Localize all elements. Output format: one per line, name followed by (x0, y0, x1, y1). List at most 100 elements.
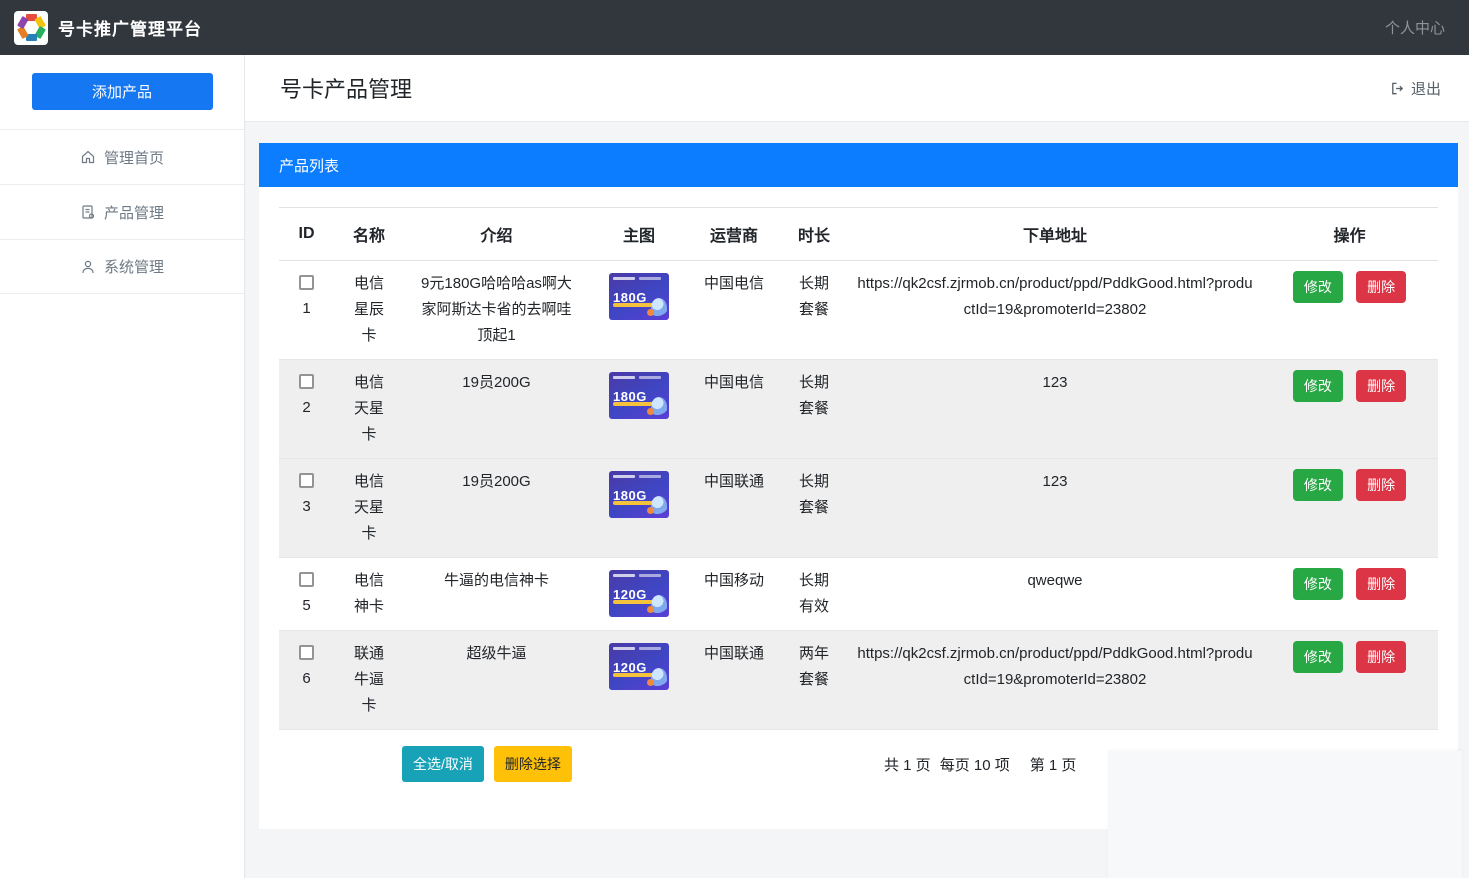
delete-button[interactable]: 删除 (1356, 370, 1406, 402)
sidebar-item-label: 产品管理 (104, 202, 164, 223)
row-id: 1 (285, 296, 328, 322)
row-checkbox[interactable] (299, 374, 314, 389)
row-id: 3 (285, 494, 328, 520)
cell-duration: 长期套餐 (779, 261, 849, 360)
cell-url: qweqwe (849, 558, 1261, 631)
cell-name: 联通牛逼卡 (334, 631, 404, 730)
cell-carrier: 中国联通 (689, 459, 779, 558)
sidebar-item-label: 管理首页 (104, 147, 164, 168)
edit-button[interactable]: 修改 (1293, 641, 1343, 673)
column-header-carrier: 运营商 (689, 208, 779, 261)
table-row: 6 联通牛逼卡 超级牛逼 120G 中国联通 两年套餐 https://qk2c… (279, 631, 1438, 730)
app-logo-icon (14, 11, 48, 45)
cell-carrier: 中国联通 (689, 631, 779, 730)
product-image: 180G (609, 471, 669, 518)
cell-duration: 两年套餐 (779, 631, 849, 730)
column-header-image: 主图 (589, 208, 689, 261)
cell-desc: 超级牛逼 (404, 631, 589, 730)
delete-button[interactable]: 删除 (1356, 641, 1406, 673)
add-product-button[interactable]: 添加产品 (32, 73, 213, 110)
delete-button[interactable]: 删除 (1356, 271, 1406, 303)
product-image: 180G (609, 273, 669, 320)
delete-selected-button[interactable]: 删除选择 (494, 746, 572, 782)
pagination-current-page: 第 1 页 (1030, 754, 1077, 775)
logout-button[interactable]: 退出 (1390, 78, 1441, 99)
product-image: 120G (609, 643, 669, 690)
product-table: ID 名称 介绍 主图 运营商 时长 下单地址 操作 1 电信星辰卡 9 (279, 207, 1438, 730)
column-header-id: ID (279, 208, 334, 261)
edit-button[interactable]: 修改 (1293, 568, 1343, 600)
cell-carrier: 中国电信 (689, 360, 779, 459)
delete-button[interactable]: 删除 (1356, 568, 1406, 600)
app-title: 号卡推广管理平台 (58, 15, 202, 40)
table-body: 1 电信星辰卡 9元180G哈哈哈as啊大家阿斯达卡省的去啊哇顶起1 180G … (279, 261, 1438, 730)
sidebar-item-system[interactable]: 系统管理 (0, 239, 244, 294)
sidebar-item-dashboard[interactable]: 管理首页 (0, 129, 244, 184)
cell-name: 电信星辰卡 (334, 261, 404, 360)
pagination-total-pages: 共 1 页 (884, 754, 931, 775)
app-header: 号卡推广管理平台 个人中心 (0, 0, 1469, 55)
product-image: 120G (609, 570, 669, 617)
cell-desc: 牛逼的电信神卡 (404, 558, 589, 631)
cell-actions: 修改 删除 (1261, 631, 1438, 730)
cell-duration: 长期套餐 (779, 459, 849, 558)
cell-id: 3 (279, 459, 334, 558)
row-checkbox[interactable] (299, 572, 314, 587)
cell-carrier: 中国电信 (689, 261, 779, 360)
product-panel: 产品列表 ID 名称 介绍 主图 运营商 (259, 143, 1458, 829)
cell-name: 电信天星卡 (334, 360, 404, 459)
table-header-row: ID 名称 介绍 主图 运营商 时长 下单地址 操作 (279, 208, 1438, 261)
product-image: 180G (609, 372, 669, 419)
page-title: 号卡产品管理 (280, 72, 412, 104)
cell-id: 5 (279, 558, 334, 631)
panel-title-bar: 产品列表 (259, 143, 1458, 187)
user-icon (80, 259, 96, 275)
table-row: 3 电信天星卡 19员200G 180G 中国联通 长期套餐 123 修改 删除 (279, 459, 1438, 558)
cell-url: 123 (849, 459, 1261, 558)
edit-button[interactable]: 修改 (1293, 271, 1343, 303)
cell-actions: 修改 删除 (1261, 360, 1438, 459)
row-checkbox[interactable] (299, 275, 314, 290)
select-all-button[interactable]: 全选/取消 (402, 746, 484, 782)
edit-button[interactable]: 修改 (1293, 469, 1343, 501)
cell-actions: 修改 删除 (1261, 558, 1438, 631)
table-row: 1 电信星辰卡 9元180G哈哈哈as啊大家阿斯达卡省的去啊哇顶起1 180G … (279, 261, 1438, 360)
cell-url: 123 (849, 360, 1261, 459)
cell-desc: 9元180G哈哈哈as啊大家阿斯达卡省的去啊哇顶起1 (404, 261, 589, 360)
cell-carrier: 中国移动 (689, 558, 779, 631)
cell-id: 6 (279, 631, 334, 730)
row-id: 2 (285, 395, 328, 421)
user-center-link[interactable]: 个人中心 (1385, 17, 1445, 38)
edit-button[interactable]: 修改 (1293, 370, 1343, 402)
cell-desc: 19员200G (404, 459, 589, 558)
cell-image: 180G (589, 261, 689, 360)
sidebar-item-label: 系统管理 (104, 256, 164, 277)
cell-duration: 长期有效 (779, 558, 849, 631)
cell-name: 电信天星卡 (334, 459, 404, 558)
row-id: 6 (285, 666, 328, 692)
home-icon (80, 149, 96, 165)
page-header: 号卡产品管理 退出 (245, 55, 1469, 122)
pagination: 共 1 页 每页 10 项 第 1 页 (884, 754, 1076, 775)
row-checkbox[interactable] (299, 473, 314, 488)
cell-url: https://qk2csf.zjrmob.cn/product/ppd/Pdd… (849, 631, 1261, 730)
cell-image: 180G (589, 459, 689, 558)
logout-icon (1390, 81, 1405, 96)
column-header-desc: 介绍 (404, 208, 589, 261)
table-row: 5 电信神卡 牛逼的电信神卡 120G 中国移动 长期有效 qweqwe 修改 … (279, 558, 1438, 631)
overlay-box (1108, 751, 1462, 878)
cell-image: 120G (589, 558, 689, 631)
column-header-name: 名称 (334, 208, 404, 261)
cell-desc: 19员200G (404, 360, 589, 459)
cell-duration: 长期套餐 (779, 360, 849, 459)
column-header-url: 下单地址 (849, 208, 1261, 261)
delete-button[interactable]: 删除 (1356, 469, 1406, 501)
panel-title: 产品列表 (279, 155, 339, 176)
row-checkbox[interactable] (299, 645, 314, 660)
cell-url: https://qk2csf.zjrmob.cn/product/ppd/Pdd… (849, 261, 1261, 360)
cell-id: 2 (279, 360, 334, 459)
sidebar-item-products[interactable]: 产品管理 (0, 184, 244, 239)
cell-id: 1 (279, 261, 334, 360)
cell-actions: 修改 删除 (1261, 459, 1438, 558)
column-header-actions: 操作 (1261, 208, 1438, 261)
